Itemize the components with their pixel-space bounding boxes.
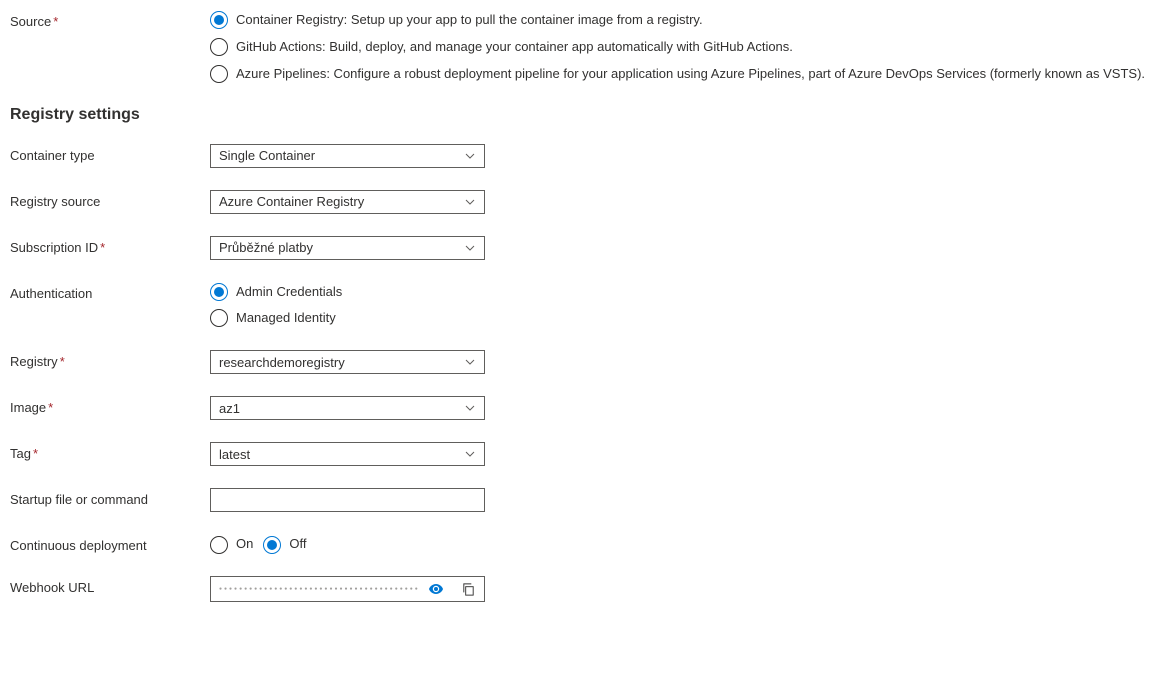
chevron-down-icon [464,242,476,254]
image-label: Image* [10,396,210,415]
chevron-down-icon [464,196,476,208]
registry-select[interactable]: researchdemoregistry [210,350,485,374]
registry-settings-title: Registry settings [10,106,1164,124]
radio-icon [210,309,228,327]
auth-option-label-1: Managed Identity [236,308,336,328]
tag-label: Tag* [10,442,210,461]
chevron-down-icon [464,356,476,368]
required-asterisk: * [48,400,53,415]
radio-icon [210,65,228,83]
subscription-id-label-text: Subscription ID [10,240,98,255]
image-select[interactable]: az1 [210,396,485,420]
container-type-value: Single Container [219,148,315,163]
auth-radio-managed-identity[interactable]: Managed Identity [210,308,1164,328]
cd-option-label-off: Off [289,534,306,554]
source-options: Container Registry: Setup up your app to… [210,10,1164,84]
startup-label: Startup file or command [10,488,210,507]
registry-label: Registry* [10,350,210,369]
source-label-text: Source [10,14,51,29]
registry-row: Registry* researchdemoregistry [10,350,1164,374]
auth-option-label-0: Admin Credentials [236,282,342,302]
chevron-down-icon [464,150,476,162]
source-option-label-1: GitHub Actions: Build, deploy, and manag… [236,37,793,57]
source-option-label-2: Azure Pipelines: Configure a robust depl… [236,64,1145,84]
webhook-masked-value: ●●●●●●●●●●●●●●●●●●●●●●●●●●●●●●●●●●●●●●●●… [211,586,420,592]
image-row: Image* az1 [10,396,1164,420]
registry-label-text: Registry [10,354,58,369]
copy-button[interactable] [452,577,484,601]
registry-value: researchdemoregistry [219,355,345,370]
chevron-down-icon [464,448,476,460]
webhook-url-label: Webhook URL [10,576,210,595]
source-radio-container-registry[interactable]: Container Registry: Setup up your app to… [210,10,1164,30]
container-type-select[interactable]: Single Container [210,144,485,168]
radio-icon [210,536,228,554]
subscription-id-select[interactable]: Průběžné platby [210,236,485,260]
required-asterisk: * [100,240,105,255]
copy-icon [461,582,476,597]
container-type-label: Container type [10,144,210,163]
authentication-label: Authentication [10,282,210,301]
required-asterisk: * [60,354,65,369]
authentication-row: Authentication Admin Credentials Managed… [10,282,1164,329]
reveal-button[interactable] [420,577,452,601]
image-label-text: Image [10,400,46,415]
required-asterisk: * [33,446,38,461]
eye-icon [428,581,444,597]
radio-icon [263,536,281,554]
container-type-row: Container type Single Container [10,144,1164,168]
source-row: Source* Container Registry: Setup up you… [10,10,1164,84]
tag-row: Tag* latest [10,442,1164,466]
tag-select[interactable]: latest [210,442,485,466]
tag-value: latest [219,447,250,462]
source-radio-github-actions[interactable]: GitHub Actions: Build, deploy, and manag… [210,37,1164,57]
source-radio-azure-pipelines[interactable]: Azure Pipelines: Configure a robust depl… [210,64,1164,84]
webhook-url-control: ●●●●●●●●●●●●●●●●●●●●●●●●●●●●●●●●●●●●●●●●… [210,576,485,602]
image-value: az1 [219,401,240,416]
chevron-down-icon [464,402,476,414]
required-asterisk: * [53,14,58,29]
cd-option-label-on: On [236,534,253,554]
registry-source-select[interactable]: Azure Container Registry [210,190,485,214]
startup-input[interactable] [210,488,485,512]
subscription-id-label: Subscription ID* [10,236,210,255]
subscription-id-row: Subscription ID* Průběžné platby [10,236,1164,260]
registry-source-row: Registry source Azure Container Registry [10,190,1164,214]
auth-radio-admin-credentials[interactable]: Admin Credentials [210,282,1164,302]
radio-icon [210,283,228,301]
radio-icon [210,11,228,29]
registry-source-value: Azure Container Registry [219,194,364,209]
subscription-id-value: Průběžné platby [219,240,313,255]
startup-row: Startup file or command [10,488,1164,512]
continuous-deployment-label: Continuous deployment [10,534,210,553]
radio-icon [210,38,228,56]
webhook-url-row: Webhook URL ●●●●●●●●●●●●●●●●●●●●●●●●●●●●… [10,576,1164,602]
source-option-label-0: Container Registry: Setup up your app to… [236,10,703,30]
cd-radio-on[interactable]: On [210,534,253,554]
authentication-options: Admin Credentials Managed Identity [210,282,1164,329]
cd-radio-off[interactable]: Off [263,534,306,554]
continuous-deployment-options: On Off [210,534,1164,554]
continuous-deployment-row: Continuous deployment On Off [10,534,1164,554]
tag-label-text: Tag [10,446,31,461]
registry-source-label: Registry source [10,190,210,209]
source-label: Source* [10,10,210,29]
